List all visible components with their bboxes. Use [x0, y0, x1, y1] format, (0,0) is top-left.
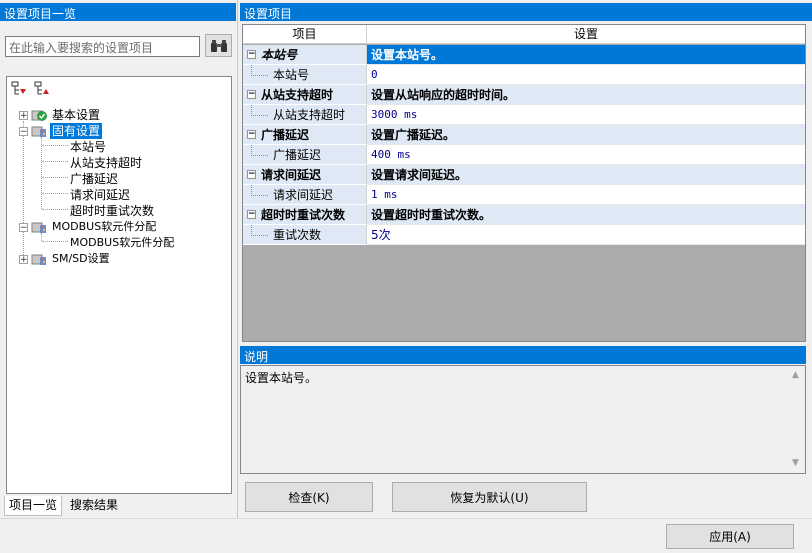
grid-item-row[interactable]: 广播延迟 400 ms [243, 145, 805, 165]
tree-child-broadcast-delay[interactable]: 广播延迟 [70, 171, 118, 187]
column-header-item: 项目 [243, 25, 367, 43]
grid-category-row[interactable]: − 本站号 设置本站号。 [243, 45, 805, 65]
tree-item-label: 超时时重试次数 [70, 204, 155, 218]
tree-item-label: 从站支持超时 [70, 156, 143, 170]
tree-item-label: MODBUS软元件分配 [52, 220, 157, 233]
category-label: 本站号 [261, 48, 298, 62]
tree-item-inherent-settings[interactable]: − 固有设置 [7, 123, 227, 139]
grid-category-row[interactable]: − 从站支持超时 设置从站响应的超时时间。 [243, 85, 805, 105]
tree-item-modbus-device-assignment[interactable]: − MODBUS软元件分配 [7, 219, 227, 235]
collapse-icon[interactable]: − [247, 50, 256, 59]
settings-ok-icon [31, 110, 47, 121]
category-description: 设置广播延迟。 [367, 125, 805, 145]
expand-icon[interactable]: + [19, 111, 28, 121]
settings-folder-icon [31, 254, 46, 265]
expand-all-icon[interactable] [11, 81, 27, 97]
item-label: 重试次数 [273, 228, 322, 242]
scroll-up-icon[interactable]: ▲ [792, 370, 799, 380]
tree-item-label: 固有设置 [50, 123, 103, 139]
item-value[interactable]: 0 [367, 65, 805, 85]
category-description: 设置从站响应的超时时间。 [367, 85, 805, 105]
settings-grid[interactable]: 项目 设置 − 本站号 设置本站号。 本站号 0 − 从站支持超时 设置从站响应的超… [242, 24, 806, 342]
settings-list-title: 设置项目一览 [0, 3, 236, 21]
tab-search-results[interactable]: 搜索结果 [66, 496, 122, 516]
description-scrollbar[interactable]: ▲ ▼ [789, 366, 805, 473]
left-panel-tabs: 项目一览 搜索结果 [0, 496, 236, 516]
tree-item-label: SM/SD设置 [52, 252, 110, 265]
apply-button[interactable]: 应用(A) [666, 524, 794, 549]
category-label: 广播延迟 [261, 128, 310, 142]
tree-item-label: 广播延迟 [70, 172, 119, 186]
tree-item-label: 本站号 [70, 140, 107, 154]
tree-child-retry-count[interactable]: 超时时重试次数 [70, 203, 154, 219]
category-description: 设置超时时重试次数。 [367, 205, 805, 225]
collapse-icon[interactable]: − [19, 127, 28, 137]
collapse-icon[interactable]: − [247, 90, 256, 99]
tree-child-slave-timeout[interactable]: 从站支持超时 [70, 155, 142, 171]
item-value[interactable]: 400 ms [367, 145, 805, 165]
description-title: 说明 [240, 346, 806, 364]
tree-item-sm-sd-settings[interactable]: + SM/SD设置 [7, 251, 227, 267]
search-input[interactable]: 在此输入要搜索的设置项目 [5, 36, 200, 57]
check-button[interactable]: 检查(K) [245, 482, 373, 512]
category-description: 设置请求间延迟。 [367, 165, 805, 185]
grid-category-row[interactable]: − 超时时重试次数 设置超时时重试次数。 [243, 205, 805, 225]
grid-category-row[interactable]: − 广播延迟 设置广播延迟。 [243, 125, 805, 145]
tree-item-label: 基本设置 [52, 108, 101, 122]
grid-item-row[interactable]: 重试次数 5次 [243, 225, 805, 245]
category-description: 设置本站号。 [367, 45, 805, 65]
grid-header: 项目 设置 [243, 25, 805, 44]
tab-item-list[interactable]: 项目一览 [4, 496, 63, 516]
grid-item-row[interactable]: 从站支持超时 3000 ms [243, 105, 805, 125]
category-label: 请求间延迟 [261, 168, 322, 182]
tree-item-basic-settings[interactable]: + 基本设置 [7, 107, 227, 123]
tree-child-station-number[interactable]: 本站号 [70, 139, 106, 155]
category-label: 从站支持超时 [261, 88, 334, 102]
description-box: 设置本站号。 ▲ ▼ [240, 365, 806, 474]
category-label: 超时时重试次数 [261, 208, 346, 222]
binoculars-icon [210, 39, 227, 52]
description-text: 设置本站号。 [245, 371, 318, 385]
collapse-icon[interactable]: − [19, 223, 28, 233]
column-header-setting: 设置 [573, 27, 598, 41]
item-label: 广播延迟 [273, 148, 322, 162]
tree-child-modbus-device-assignment[interactable]: MODBUS软元件分配 [70, 235, 174, 251]
item-label: 从站支持超时 [273, 108, 346, 122]
item-value[interactable]: 1 ms [367, 185, 805, 205]
tree-item-label: 请求间延迟 [70, 188, 131, 202]
collapse-icon[interactable]: − [247, 210, 256, 219]
item-value[interactable]: 5次 [367, 225, 805, 245]
search-button[interactable] [205, 34, 232, 57]
tree-item-label: MODBUS软元件分配 [70, 236, 175, 249]
item-value[interactable]: 3000 ms [367, 105, 805, 125]
expand-icon[interactable]: + [19, 255, 28, 265]
item-label: 本站号 [273, 68, 310, 82]
item-label: 请求间延迟 [273, 188, 334, 202]
restore-default-button[interactable]: 恢复为默认(U) [392, 482, 587, 512]
grid-item-row[interactable]: 本站号 0 [243, 65, 805, 85]
grid-item-row[interactable]: 请求间延迟 1 ms [243, 185, 805, 205]
settings-folder-icon [31, 126, 46, 137]
scroll-down-icon[interactable]: ▼ [792, 458, 799, 468]
grid-category-row[interactable]: − 请求间延迟 设置请求间延迟。 [243, 165, 805, 185]
settings-items-title: 设置项目 [240, 3, 812, 21]
collapse-icon[interactable]: − [247, 130, 256, 139]
tree-child-request-delay[interactable]: 请求间延迟 [70, 187, 130, 203]
settings-tree[interactable]: + 基本设置 − 固有设置 本站号 从站支持超时 广播延迟 请求间延迟 超时时重… [6, 76, 232, 494]
panel-divider[interactable] [237, 0, 238, 518]
collapse-all-icon[interactable] [34, 81, 50, 97]
collapse-icon[interactable]: − [247, 170, 256, 179]
settings-folder-icon [31, 222, 46, 233]
footer-divider [0, 518, 812, 519]
